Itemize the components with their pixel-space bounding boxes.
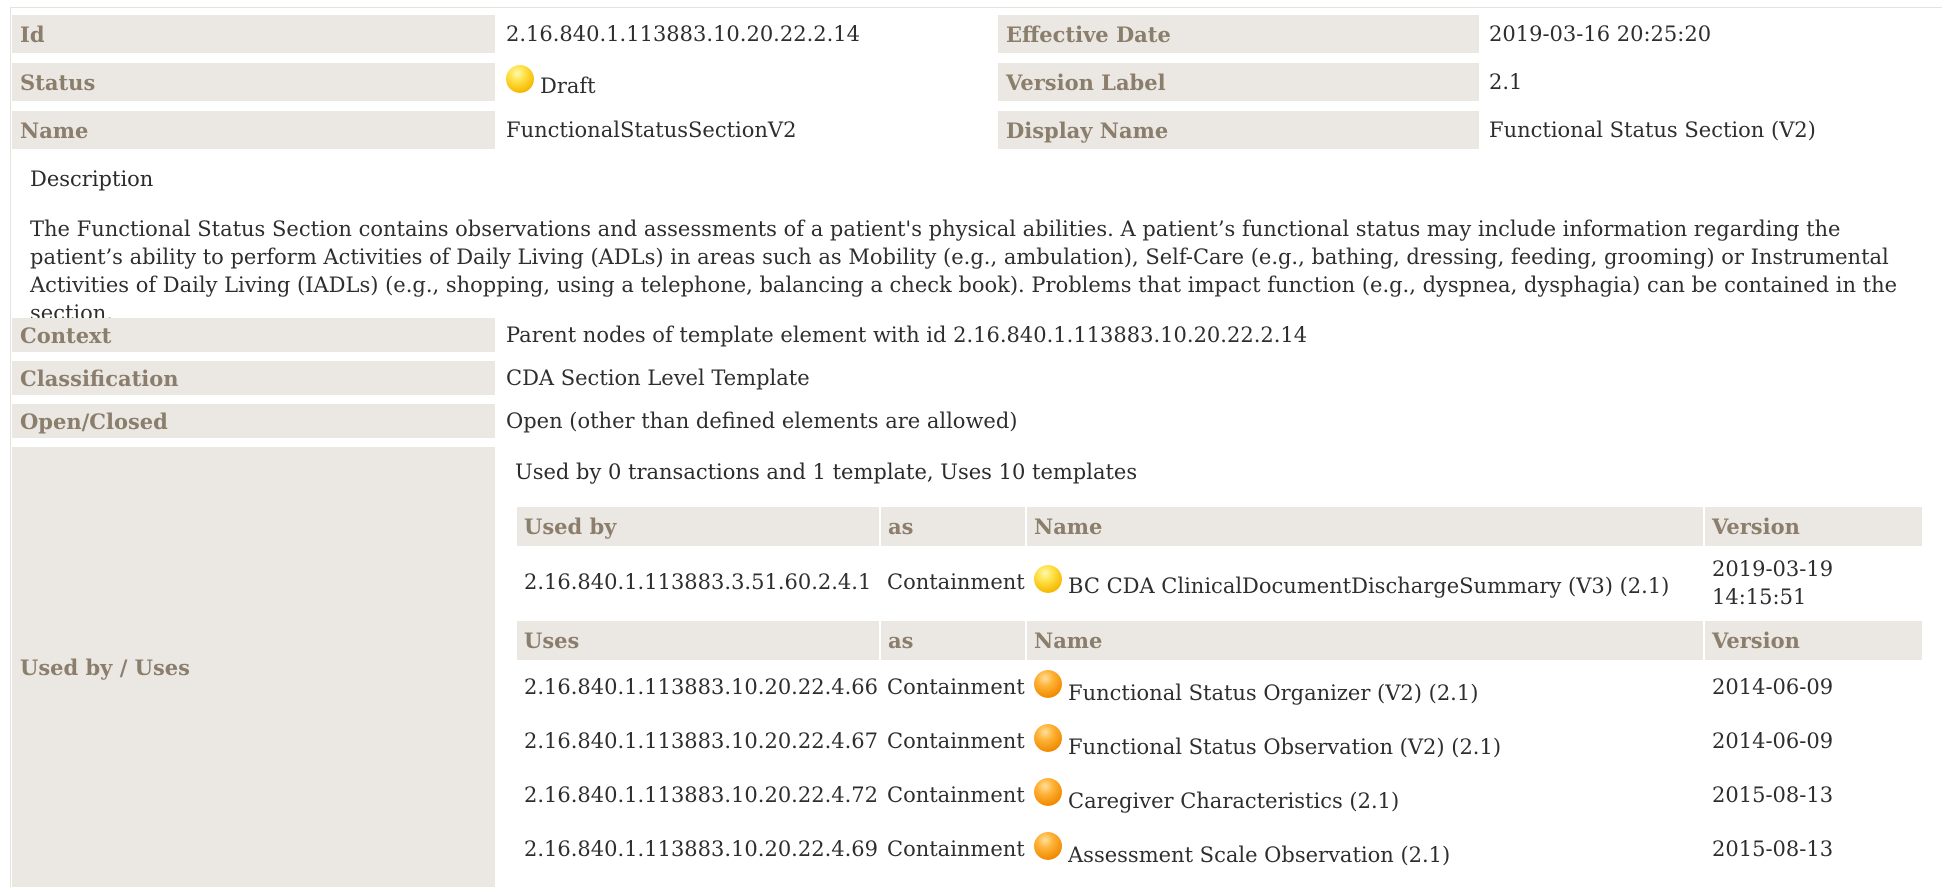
usage-summary: Used by 0 transactions and 1 template, U… — [515, 460, 1138, 484]
orange-status-dot-icon — [1034, 778, 1062, 806]
description-text: The Functional Status Section contains o… — [30, 217, 1898, 325]
uses-row-1-name-text: Functional Status Organizer (V2) (2.1) — [1068, 681, 1479, 705]
uses-row-3-id[interactable]: 2.16.840.1.113883.10.20.22.4.72 — [524, 776, 878, 814]
effective-date-label: Effective Date — [998, 15, 1479, 53]
frame-border-top — [10, 7, 1942, 8]
display-name-value: Functional Status Section (V2) — [1489, 118, 1816, 142]
uses-header-name: Name — [1027, 621, 1703, 660]
context-label: Context — [12, 318, 495, 352]
orange-status-dot-icon — [1034, 724, 1062, 752]
uses-row-2-name-text: Functional Status Observation (V2) (2.1) — [1068, 735, 1502, 759]
open-closed-value: Open (other than defined elements are al… — [506, 409, 1018, 433]
classification-value: CDA Section Level Template — [506, 366, 810, 390]
classification-label: Classification — [12, 361, 495, 395]
draft-status-icon — [506, 65, 534, 93]
orange-status-dot-icon — [1034, 670, 1062, 698]
used-by-header-version: Version — [1705, 507, 1922, 546]
description-title: Description — [30, 167, 154, 191]
used-by-uses-label: Used by / Uses — [12, 447, 495, 887]
id-label: Id — [12, 15, 495, 53]
uses-row-4-name-text: Assessment Scale Observation (2.1) — [1068, 843, 1451, 867]
context-value: Parent nodes of template element with id… — [506, 323, 1308, 347]
used-by-row-version: 2019-03-19 14:15:51 — [1712, 557, 1834, 609]
yellow-status-dot-icon — [1034, 564, 1062, 593]
status-value: Draft — [506, 63, 596, 101]
uses-row-2-as: Containment — [887, 729, 1025, 753]
uses-row-3-version: 2015-08-13 — [1712, 783, 1834, 807]
used-by-row-id[interactable]: 2.16.840.1.113883.3.51.60.2.4.1 — [524, 550, 871, 613]
used-by-header-id: Used by — [517, 507, 879, 546]
open-closed-label: Open/Closed — [12, 404, 495, 438]
name-value: FunctionalStatusSectionV2 — [506, 118, 797, 142]
uses-row-3-name[interactable]: Caregiver Characteristics (2.1) — [1034, 776, 1399, 814]
uses-row-2-id[interactable]: 2.16.840.1.113883.10.20.22.4.67 — [524, 722, 878, 760]
id-value: 2.16.840.1.113883.10.20.22.2.14 — [506, 22, 861, 46]
version-label-label: Version Label — [998, 63, 1479, 101]
orange-status-dot-icon — [1034, 832, 1062, 860]
uses-row-1-name[interactable]: Functional Status Organizer (V2) (2.1) — [1034, 668, 1478, 706]
uses-row-3-as: Containment — [887, 783, 1025, 807]
name-label: Name — [12, 111, 495, 149]
used-by-row-name-text: BC CDA ClinicalDocumentDischargeSummary … — [1068, 573, 1670, 598]
uses-row-1-id[interactable]: 2.16.840.1.113883.10.20.22.4.66 — [524, 668, 878, 706]
template-detail-page: Id 2.16.840.1.113883.10.20.22.2.14 Effec… — [0, 0, 1942, 887]
uses-row-4-version: 2015-08-13 — [1712, 837, 1834, 861]
uses-row-4-name[interactable]: Assessment Scale Observation (2.1) — [1034, 830, 1450, 868]
version-label-value: 2.1 — [1489, 70, 1523, 94]
used-by-row-as: Containment — [887, 569, 1025, 594]
effective-date-value: 2019-03-16 20:25:20 — [1489, 22, 1712, 46]
used-by-row-name[interactable]: BC CDA ClinicalDocumentDischargeSummary … — [1034, 550, 1669, 613]
uses-header-version: Version — [1705, 621, 1922, 660]
display-name-label: Display Name — [998, 111, 1479, 149]
frame-border-left — [10, 7, 11, 887]
uses-row-2-version: 2014-06-09 — [1712, 729, 1834, 753]
uses-row-4-as: Containment — [887, 837, 1025, 861]
uses-header-as: as — [881, 621, 1025, 660]
uses-row-1-version: 2014-06-09 — [1712, 675, 1834, 699]
uses-row-1-as: Containment — [887, 675, 1025, 699]
uses-row-4-id[interactable]: 2.16.840.1.113883.10.20.22.4.69 — [524, 830, 878, 868]
uses-header-id: Uses — [517, 621, 879, 660]
used-by-header-as: as — [881, 507, 1025, 546]
uses-row-2-name[interactable]: Functional Status Observation (V2) (2.1) — [1034, 722, 1501, 760]
status-label: Status — [12, 63, 495, 101]
used-by-header-name: Name — [1027, 507, 1703, 546]
status-text: Draft — [540, 74, 596, 98]
uses-row-3-name-text: Caregiver Characteristics (2.1) — [1068, 789, 1400, 813]
